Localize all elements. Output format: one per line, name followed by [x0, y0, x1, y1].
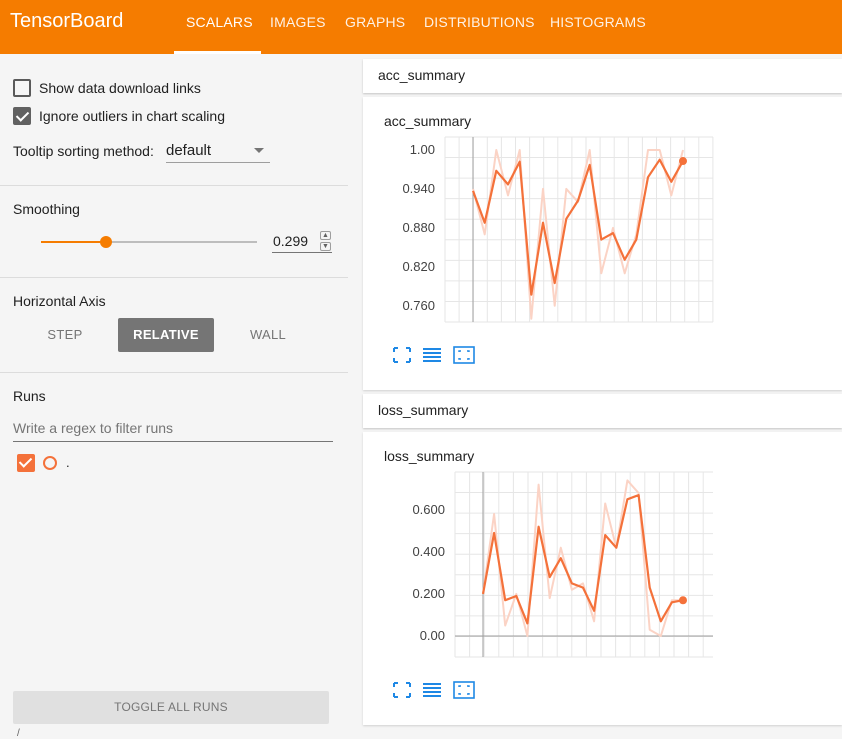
smoothed-series-line — [471, 158, 684, 296]
run-checkbox[interactable] — [17, 454, 35, 472]
y-tick-label: 0.200 — [412, 586, 445, 601]
y-tick-label: 0.760 — [402, 298, 435, 313]
tooltip-sorting-label: Tooltip sorting method: — [13, 143, 154, 159]
raw-series-line — [472, 149, 684, 320]
last-point-marker — [679, 596, 687, 605]
smoothing-input[interactable]: 0.299 — [273, 233, 308, 249]
chart-card-loss: loss_summary 0.600 0.400 0.200 0.00 — [363, 432, 842, 725]
ignore-outliers-checkbox[interactable] — [13, 107, 31, 125]
axis-step-button[interactable]: STEP — [18, 318, 112, 352]
run-filter-input[interactable]: Write a regex to filter runs — [13, 420, 173, 436]
spin-up-icon[interactable]: ▲ — [320, 231, 331, 240]
smoothing-input-underline — [272, 252, 332, 253]
show-download-links-checkbox[interactable] — [13, 79, 31, 97]
y-tick-label: 0.600 — [412, 502, 445, 517]
smoothing-slider-knob[interactable] — [100, 236, 112, 248]
list-icon[interactable] — [421, 681, 443, 699]
select-underline — [166, 162, 270, 163]
run-color-circle-icon[interactable] — [43, 456, 57, 470]
footer-path: / — [17, 728, 20, 739]
axis-wall-button[interactable]: WALL — [220, 318, 316, 352]
card-header-title: acc_summary — [378, 67, 466, 83]
chart-card-acc: acc_summary 1.00 0.940 0.880 0.820 0.760 — [363, 97, 842, 390]
tab-histograms[interactable]: HISTOGRAMS — [550, 14, 646, 30]
card-header-title: loss_summary — [378, 402, 469, 418]
fullscreen-icon[interactable] — [391, 681, 413, 699]
top-app-bar: TensorBoard SCALARS IMAGES GRAPHS DISTRI… — [0, 0, 842, 54]
y-tick-label: 0.820 — [402, 259, 435, 274]
fit-domain-icon[interactable] — [453, 346, 475, 364]
run-name: . — [66, 455, 70, 470]
tab-graphs[interactable]: GRAPHS — [345, 14, 405, 30]
y-tick-label: 1.00 — [410, 142, 435, 157]
spin-down-icon[interactable]: ▼ — [320, 242, 331, 251]
tab-distributions[interactable]: DISTRIBUTIONS — [424, 14, 535, 30]
dropdown-arrow-icon[interactable] — [254, 148, 264, 153]
horizontal-axis-title: Horizontal Axis — [13, 293, 106, 309]
app-title[interactable]: TensorBoard — [10, 10, 123, 33]
fit-domain-icon[interactable] — [453, 681, 475, 699]
run-filter-underline — [13, 441, 333, 442]
divider — [0, 185, 348, 186]
show-download-links-label: Show data download links — [39, 80, 201, 96]
tab-images[interactable]: IMAGES — [270, 14, 326, 30]
axis-relative-button[interactable]: RELATIVE — [118, 318, 214, 352]
ignore-outliers-label: Ignore outliers in chart scaling — [39, 108, 225, 124]
y-tick-label: 0.400 — [412, 544, 445, 559]
card-header-loss[interactable]: loss_summary — [363, 394, 842, 428]
tooltip-sorting-select[interactable]: default — [166, 142, 211, 159]
divider — [0, 277, 348, 278]
y-tick-label: 0.00 — [420, 628, 445, 643]
toggle-all-runs-button[interactable]: TOGGLE ALL RUNS — [13, 691, 329, 724]
runs-title: Runs — [13, 388, 46, 404]
card-header-acc[interactable]: acc_summary — [363, 59, 842, 93]
last-point-marker — [679, 157, 687, 166]
fullscreen-icon[interactable] — [391, 346, 413, 364]
smoothing-title: Smoothing — [13, 201, 80, 217]
divider — [0, 372, 348, 373]
list-icon[interactable] — [421, 346, 443, 364]
smoothing-slider-fill — [41, 241, 106, 243]
y-tick-label: 0.940 — [402, 181, 435, 196]
tab-scalars[interactable]: SCALARS — [186, 14, 253, 30]
y-tick-label: 0.880 — [402, 220, 435, 235]
